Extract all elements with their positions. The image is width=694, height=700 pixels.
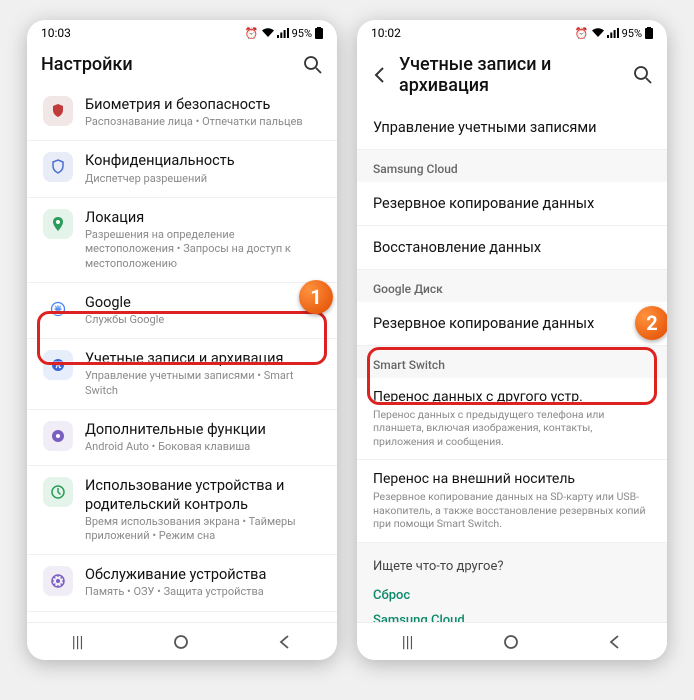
status-time: 10:03 — [41, 26, 71, 40]
row-subtitle: Разрешения на определение местоположения… — [85, 228, 321, 271]
alarm-icon: ⏰ — [575, 27, 589, 40]
row-icon — [43, 96, 73, 126]
nav-recents[interactable]: ||| — [72, 632, 84, 651]
row-title: Перенос данных с другого устр. — [373, 389, 651, 407]
row-icon — [43, 566, 73, 596]
row-title: Локация — [85, 209, 321, 227]
nav-home[interactable] — [173, 634, 189, 650]
row-subtitle: Диспетчер разрешений — [85, 172, 321, 186]
settings-row[interactable]: Биометрия и безопасностьРаспознавание ли… — [27, 85, 337, 141]
battery-text: 95% — [622, 27, 642, 40]
screenshot-left: 10:03 ⏰ 95% Настройки Биометрия и безопа… — [27, 20, 337, 660]
nav-home[interactable] — [503, 634, 519, 650]
row-subtitle: Android Auto • Боковая клавиша — [85, 440, 321, 454]
wifi-icon — [262, 28, 274, 38]
section-smart-switch: Smart Switch — [357, 346, 667, 378]
nav-bar: ||| — [27, 622, 337, 660]
settings-row[interactable]: Использование устройства и родительский … — [27, 466, 337, 555]
section-google-drive: Google Диск — [357, 270, 667, 302]
row-title: Учетные записи и архивация — [85, 350, 321, 368]
settings-row[interactable]: ПриложенияПриложения по умолчанию • Наст… — [27, 612, 337, 622]
row-title: Конфиденциальность — [85, 152, 321, 170]
transfer-from-device-row[interactable]: Перенос данных с другого устр. Перенос д… — [357, 378, 667, 460]
row-icon — [43, 421, 73, 451]
row-subtitle: Управление учетными записями • Smart Swi… — [85, 369, 321, 398]
row-subtitle: Резервное копирование данных на SD-карту… — [373, 490, 651, 531]
status-bar: 10:02 ⏰ 95% — [357, 20, 667, 46]
signal-icon — [607, 28, 619, 38]
settings-row[interactable]: GoogleСлужбы Google — [27, 283, 337, 339]
row-subtitle: Время использования экрана • Таймеры при… — [85, 515, 321, 544]
row-title: Дополнительные функции — [85, 421, 321, 439]
nav-recents[interactable]: ||| — [402, 632, 414, 651]
row-subtitle: Перенос данных с предыдущего телефона ил… — [373, 408, 651, 449]
cloud-backup-row[interactable]: Резервное копирование данных — [357, 182, 667, 226]
row-title: Биометрия и безопасность — [85, 96, 321, 114]
settings-header: Настройки — [27, 46, 337, 85]
settings-row[interactable]: Дополнительные функцииAndroid Auto • Бок… — [27, 410, 337, 466]
transfer-external-row[interactable]: Перенос на внешний носитель Резервное ко… — [357, 460, 667, 542]
footer-link-reset[interactable]: Сброс — [373, 588, 651, 603]
battery-icon — [645, 27, 653, 39]
nav-back[interactable] — [278, 635, 292, 649]
alarm-icon: ⏰ — [245, 27, 259, 40]
footer-block: Ищете что-то другое? Сброс Samsung Cloud — [357, 543, 667, 622]
settings-row[interactable]: ЛокацияРазрешения на определение местопо… — [27, 198, 337, 283]
row-icon — [43, 209, 73, 239]
screenshot-right: 10:02 ⏰ 95% Учетные записи и архивация У… — [357, 20, 667, 660]
step-badge-1: 1 — [299, 280, 333, 314]
manage-accounts-row[interactable]: Управление учетными записями — [357, 106, 667, 150]
footer-question: Ищете что-то другое? — [373, 559, 651, 574]
drive-backup-row[interactable]: Резервное копирование данных — [357, 302, 667, 346]
settings-row[interactable]: Учетные записи и архивацияУправление уче… — [27, 339, 337, 410]
accounts-list: Управление учетными записями Samsung Clo… — [357, 106, 667, 622]
page-title: Учетные записи и архивация — [399, 54, 633, 96]
row-title: Перенос на внешний носитель — [373, 471, 651, 489]
cloud-restore-row[interactable]: Восстановление данных — [357, 226, 667, 270]
search-icon[interactable] — [633, 65, 653, 85]
row-subtitle: Службы Google — [85, 313, 321, 327]
page-title: Настройки — [41, 54, 303, 75]
row-title: Google — [85, 294, 321, 312]
row-icon — [43, 294, 73, 324]
footer-link-cloud[interactable]: Samsung Cloud — [373, 613, 651, 622]
row-title: Обслуживание устройства — [85, 566, 321, 584]
settings-list: Биометрия и безопасностьРаспознавание ли… — [27, 85, 337, 622]
search-icon[interactable] — [303, 55, 323, 75]
nav-bar: ||| — [357, 622, 667, 660]
wifi-icon — [592, 28, 604, 38]
status-bar: 10:03 ⏰ 95% — [27, 20, 337, 46]
settings-row[interactable]: Конфиденциальность Диспетчер разрешений — [27, 141, 337, 197]
row-subtitle: Распознавание лица • Отпечатки пальцев — [85, 115, 321, 129]
row-icon — [43, 152, 73, 182]
row-icon — [43, 477, 73, 507]
accounts-header: Учетные записи и архивация — [357, 46, 667, 106]
row-subtitle: Память • ОЗУ • Защита устройства — [85, 585, 321, 599]
step-badge-2: 2 — [635, 306, 667, 340]
nav-back[interactable] — [608, 635, 622, 649]
battery-icon — [315, 27, 323, 39]
battery-text: 95% — [292, 27, 312, 40]
signal-icon — [277, 28, 289, 38]
row-icon — [43, 350, 73, 380]
section-samsung-cloud: Samsung Cloud — [357, 150, 667, 182]
status-time: 10:02 — [371, 26, 401, 40]
row-title: Использование устройства и родительский … — [85, 477, 321, 513]
back-icon[interactable] — [371, 66, 391, 84]
settings-row[interactable]: Обслуживание устройстваПамять • ОЗУ • За… — [27, 555, 337, 611]
